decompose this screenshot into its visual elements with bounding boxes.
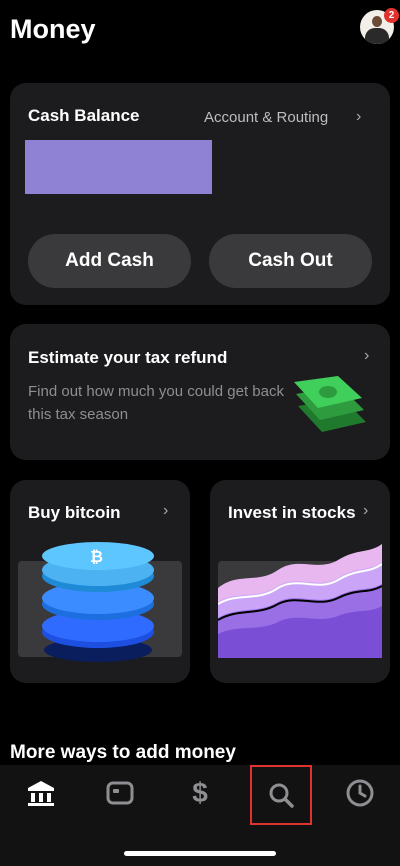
tax-refund-title: Estimate your tax refund xyxy=(28,348,228,367)
tax-refund-card[interactable]: Estimate your tax refund › Find out how … xyxy=(10,324,390,460)
invest-stocks-title: Invest in stocks xyxy=(228,503,356,522)
chevron-right-icon[interactable]: › xyxy=(163,502,168,520)
add-cash-button[interactable]: Add Cash xyxy=(28,234,191,288)
svg-text:₿: ₿ xyxy=(90,547,103,566)
nav-home[interactable] xyxy=(15,766,67,820)
home-indicator xyxy=(124,851,276,856)
page-title: Money xyxy=(10,14,96,44)
tax-refund-description: Find out how much you could get back thi… xyxy=(28,383,284,423)
chevron-right-icon[interactable]: › xyxy=(363,502,368,520)
clock-icon xyxy=(346,779,374,807)
more-ways-title: More ways to add money xyxy=(10,742,236,763)
search-icon xyxy=(269,783,294,808)
cash-balance-card: Cash Balance Account & Routing › Add Cas… xyxy=(10,83,390,305)
nav-card[interactable] xyxy=(94,766,146,820)
account-routing-link[interactable]: Account & Routing xyxy=(204,109,328,126)
notification-badge: 2 xyxy=(384,8,399,23)
bitcoin-coins-icon: ₿ xyxy=(42,542,154,662)
cash-balance-title: Cash Balance xyxy=(28,106,140,125)
invest-stocks-card[interactable]: Invest in stocks › xyxy=(210,480,390,683)
chevron-right-icon[interactable]: › xyxy=(364,347,369,365)
balance-redacted xyxy=(25,140,212,194)
nav-dollar[interactable]: $ xyxy=(174,766,226,820)
money-stack-icon xyxy=(294,376,366,432)
card-icon xyxy=(106,781,134,805)
chevron-right-icon[interactable]: › xyxy=(356,108,361,126)
nav-activity[interactable] xyxy=(334,766,386,820)
buy-bitcoin-title: Buy bitcoin xyxy=(28,503,121,522)
stocks-chart-graphic xyxy=(218,544,382,658)
nav-search[interactable] xyxy=(250,765,312,825)
cash-out-button[interactable]: Cash Out xyxy=(209,234,372,288)
bank-icon xyxy=(28,781,54,806)
buy-bitcoin-card[interactable]: Buy bitcoin › ₿ xyxy=(10,480,190,683)
dollar-icon: $ xyxy=(192,777,208,808)
